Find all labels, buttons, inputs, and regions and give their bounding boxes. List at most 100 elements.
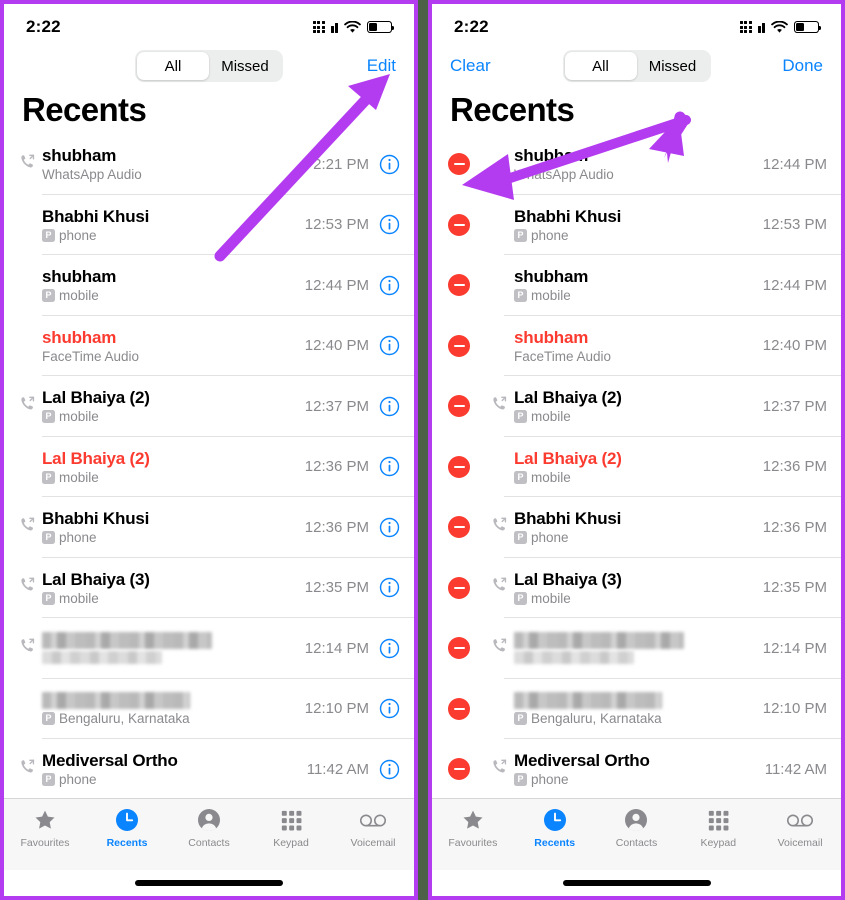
tab-contacts[interactable]: Contacts (168, 807, 250, 849)
call-list-row[interactable]: shubham Pmobile 12:44 PM (432, 255, 841, 316)
call-info-button[interactable] (379, 275, 400, 296)
outgoing-call-icon (492, 577, 506, 591)
call-type-spacer (484, 255, 514, 316)
call-info-button[interactable] (379, 698, 400, 719)
call-info-button[interactable] (379, 154, 400, 175)
tab-bar: Favourites Recents Contacts Keypad Voicemail (432, 798, 841, 870)
clock-icon (543, 807, 567, 833)
outgoing-call-icon (20, 396, 34, 410)
info-icon (379, 638, 400, 658)
call-list-row[interactable]: P Bengaluru, Karnataka 12:10 PM (432, 679, 841, 740)
call-info-button[interactable] (379, 517, 400, 538)
segment-all[interactable]: All (137, 52, 209, 80)
call-list-row[interactable]: shubham WhatsApp Audio 12:44 PM (432, 134, 841, 195)
call-info-button[interactable] (379, 638, 400, 659)
call-list-row[interactable]: Lal Bhaiya (2) Pmobile 12:36 PM (4, 437, 414, 497)
call-info-button[interactable] (379, 456, 400, 477)
tab-bar: Favourites Recents Contacts Keypad Voicemail (4, 798, 414, 870)
tab-favourites[interactable]: Favourites (4, 807, 86, 849)
call-list-row[interactable]: Bhabhi Khusi Pphone 12:53 PM (4, 195, 414, 256)
delete-call-button[interactable] (448, 334, 470, 357)
delete-call-button[interactable] (448, 637, 470, 660)
home-indicator (432, 870, 841, 896)
call-list-row[interactable]: shubham Pmobile 12:44 PM (4, 255, 414, 316)
outgoing-call-indicator (12, 558, 42, 619)
tab-voicemail[interactable]: Voicemail (759, 807, 841, 849)
done-button[interactable]: Done (782, 56, 823, 76)
filter-segmented-control[interactable]: All Missed (562, 50, 711, 82)
call-subtitle-text: FaceTime Audio (42, 348, 140, 364)
minus-icon (453, 284, 465, 287)
page-title: Recents (22, 91, 147, 128)
call-list-row[interactable]: Bhabhi Khusi Pphone 12:53 PM (432, 195, 841, 255)
tab-recents[interactable]: Recents (514, 807, 596, 849)
tab-contacts[interactable]: Contacts (596, 807, 678, 849)
outgoing-call-icon (20, 154, 34, 168)
call-row-meta: 2:21 PM (313, 134, 414, 195)
delete-call-button[interactable] (448, 153, 470, 176)
segment-all[interactable]: All (564, 52, 637, 80)
delete-call-button[interactable] (448, 213, 470, 236)
call-row-details: Lal Bhaiya (3) Pmobile (42, 558, 305, 619)
segment-missed[interactable]: Missed (637, 52, 709, 80)
call-list-row[interactable]: 12:14 PM (4, 618, 414, 679)
call-row-meta: 12:44 PM (305, 255, 414, 316)
delete-call-button[interactable] (448, 576, 470, 599)
call-row-subtitle: P Bengaluru, Karnataka (42, 711, 305, 726)
call-subtitle-text: phone (59, 530, 97, 546)
call-info-button[interactable] (379, 759, 400, 780)
tab-keypad[interactable]: Keypad (250, 807, 332, 849)
tab-label: Recents (106, 837, 148, 849)
call-info-button[interactable] (379, 214, 400, 235)
call-row-meta: 12:53 PM (305, 195, 414, 256)
call-row-meta: 11:42 AM (307, 739, 414, 798)
call-row-details: P Bengaluru, Karnataka (514, 679, 763, 740)
delete-call-button[interactable] (448, 516, 470, 539)
clear-button[interactable]: Clear (450, 56, 491, 76)
call-info-button[interactable] (379, 335, 400, 356)
redacted-contact-name (42, 691, 190, 709)
delete-call-button[interactable] (448, 758, 470, 781)
call-info-button[interactable] (379, 577, 400, 598)
segment-missed[interactable]: Missed (209, 52, 281, 80)
call-list-row[interactable]: Lal Bhaiya (3) Pmobile 12:35 PM (4, 558, 414, 619)
call-list-row[interactable]: Bhabhi Khusi Pphone 12:36 PM (4, 497, 414, 558)
call-list-row[interactable]: Lal Bhaiya (2) Pmobile 12:37 PM (432, 376, 841, 437)
call-row-subtitle: Pphone (514, 228, 763, 243)
delete-call-button[interactable] (448, 455, 470, 478)
navigation-bar: All Missed Edit (4, 46, 414, 86)
tab-recents[interactable]: Recents (86, 807, 168, 849)
call-row-meta: 12:36 PM (763, 437, 841, 498)
contact-name: shubham (42, 327, 117, 347)
call-row-subtitle: Pphone (42, 228, 305, 243)
outgoing-call-indicator (484, 739, 514, 798)
call-list-row[interactable]: shubham FaceTime Audio 12:40 PM (4, 316, 414, 376)
cellular-signal-icon (757, 22, 765, 33)
call-list-row[interactable]: Lal Bhaiya (2) Pmobile 12:36 PM (432, 437, 841, 498)
delete-call-button[interactable] (448, 697, 470, 720)
call-timestamp: 12:10 PM (762, 700, 827, 718)
cellular-bars-icon (312, 21, 325, 33)
delete-call-button[interactable] (448, 274, 470, 297)
call-info-button[interactable] (379, 396, 400, 417)
comparison-screenshot: 2:22 All Missed Edit Recents shubham Wha… (0, 0, 845, 900)
call-row-subtitle: Pmobile (514, 288, 763, 303)
tab-voicemail[interactable]: Voicemail (332, 807, 414, 849)
call-list-row[interactable]: shubham FaceTime Audio 12:40 PM (432, 316, 841, 376)
sim-primary-badge-icon: P (514, 591, 527, 605)
edit-button[interactable]: Edit (367, 56, 396, 76)
tab-keypad[interactable]: Keypad (677, 807, 759, 849)
call-list-row[interactable]: Mediversal Ortho Pphone 11:42 AM (4, 739, 414, 798)
tab-favourites[interactable]: Favourites (432, 807, 514, 849)
call-list-row[interactable]: 12:14 PM (432, 618, 841, 679)
call-list-row[interactable]: Mediversal Ortho Pphone 11:42 AM (432, 739, 841, 798)
status-bar: 2:22 (4, 4, 414, 46)
call-list-row[interactable]: Lal Bhaiya (3) Pmobile 12:35 PM (432, 558, 841, 618)
call-list-row[interactable]: Lal Bhaiya (2) Pmobile 12:37 PM (4, 376, 414, 437)
filter-segmented-control[interactable]: All Missed (135, 50, 283, 82)
star-icon (461, 807, 485, 833)
call-list-row[interactable]: Bhabhi Khusi Pphone 12:36 PM (432, 497, 841, 558)
call-list-row[interactable]: P Bengaluru, Karnataka 12:10 PM (4, 679, 414, 739)
delete-call-button[interactable] (448, 395, 470, 418)
call-list-row[interactable]: shubham WhatsApp Audio 2:21 PM (4, 134, 414, 195)
